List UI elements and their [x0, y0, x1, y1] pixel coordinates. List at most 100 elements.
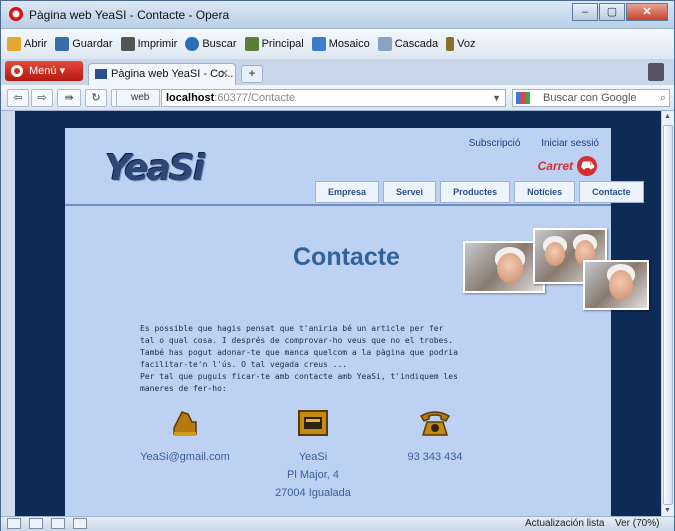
browser-window: Pàgina web YeaSI - Contacte - Opera – ▢ … [0, 0, 675, 531]
toolbar-home-button[interactable]: Principal [244, 37, 304, 51]
maximize-button[interactable]: ▢ [599, 3, 625, 21]
toolbar-open-button[interactable]: Abrir [7, 37, 47, 51]
title-bar: Pàgina web YeaSI - Contacte - Opera – ▢ … [1, 1, 674, 29]
scroll-down-icon[interactable]: ▼ [664, 507, 671, 514]
main-toolbar: Abrir Guardar Imprimir Buscar Principal … [1, 29, 674, 59]
cascade-icon [377, 37, 392, 51]
web-page: YeaSi Subscripció Iniciar sessió Carret … [65, 128, 649, 516]
toolbar-search-button[interactable]: Buscar [185, 37, 237, 51]
photo-3 [583, 260, 649, 310]
toolbar-label: Guardar [72, 38, 113, 50]
nav-servei[interactable]: Servei [383, 181, 437, 203]
site-nav: Empresa Servei Productes Notícies Contac… [315, 181, 648, 203]
reload-button[interactable]: ↻ [85, 89, 107, 107]
speed-dial-icon[interactable] [73, 518, 87, 529]
scroll-thumb[interactable] [663, 125, 673, 505]
nav-contacte[interactable]: Contacte [579, 181, 644, 203]
new-tab-button[interactable]: + [241, 65, 263, 83]
toolbar-save-button[interactable]: Guardar [55, 37, 113, 51]
toolbar-voice-button[interactable]: Voz [446, 37, 476, 51]
address-field[interactable]: web localhost:60377/Contacte ▼ [116, 89, 506, 107]
top-links: Subscripció Iniciar sessió [451, 138, 599, 149]
minimize-button[interactable]: – [572, 3, 598, 21]
panel-toggle-icon[interactable] [7, 518, 21, 529]
opera-menu-button[interactable]: Menú ▾ [5, 61, 83, 81]
search-placeholder: Buscar con Google [543, 92, 637, 104]
zoom-control[interactable]: Ver (70%) [615, 518, 659, 529]
address-host: localhost [166, 92, 215, 104]
unite-icon[interactable] [51, 518, 65, 529]
update-status[interactable]: Actualización lista [525, 518, 604, 529]
microphone-icon [446, 37, 455, 51]
navigation-bar: ⇦ ⇨ ⇛ ↻ ⌂ web localhost:60377/Contacte ▼… [1, 85, 674, 111]
phone-number[interactable]: 93 343 434 [385, 448, 485, 466]
back-button[interactable]: ⇦ [7, 89, 29, 107]
contact-email: YeaSi@gmail.com [135, 408, 235, 466]
cart-icon: ⛟ [577, 156, 597, 176]
toolbar-tile-button[interactable]: Mosaico [311, 37, 370, 51]
toolbar-label: Mosaico [328, 38, 370, 50]
toolbar-cascade-button[interactable]: Cascada [377, 37, 439, 51]
folder-icon [7, 37, 21, 51]
telephone-icon [418, 408, 452, 438]
contact-phone: 93 343 434 [385, 408, 485, 466]
paragraph: Per tal que puguis ficar-te amb contacte… [140, 372, 458, 393]
search-input[interactable]: Buscar con Google ⌕ [512, 89, 670, 107]
subscription-link[interactable]: Subscripció [469, 138, 521, 149]
postal-city: 27004 Igualada [275, 487, 351, 499]
email-icon [168, 408, 202, 438]
address-dropdown-icon[interactable]: ▼ [492, 90, 501, 106]
cart-link[interactable]: Carret ⛟ [538, 156, 597, 176]
site-logo[interactable]: YeaSi [105, 148, 205, 189]
menu-label: Menú [29, 65, 57, 77]
tab-active[interactable]: Pàgina web YeaSI - Co... ✕ [88, 63, 236, 85]
page-title: Contacte [293, 243, 400, 271]
fast-forward-button[interactable]: ⇛ [57, 89, 81, 107]
header-divider [65, 204, 611, 206]
mailbox-icon [296, 408, 330, 438]
printer-icon [120, 37, 135, 51]
toolbar-label: Voz [457, 38, 476, 50]
nav-noticies[interactable]: Notícies [514, 181, 576, 203]
toolbar-label: Cascada [394, 38, 439, 50]
web-badge[interactable]: web [116, 89, 160, 107]
login-link[interactable]: Iniciar sessió [541, 138, 599, 149]
close-button[interactable]: ✕ [626, 3, 668, 21]
toolbar-label: Imprimir [137, 38, 178, 50]
nav-productes[interactable]: Productes [440, 181, 511, 203]
turbo-icon[interactable] [29, 518, 43, 529]
toolbar-label: Buscar [202, 38, 237, 50]
google-icon[interactable] [516, 92, 530, 104]
paragraph: També has pogut adonar-te que manca quel… [140, 348, 458, 369]
trash-icon[interactable] [648, 63, 664, 81]
tab-label: Pàgina web YeaSI - Co... [111, 68, 234, 80]
contact-address: YeaSi Pl Major, 4 27004 Igualada [263, 408, 363, 502]
save-icon [55, 37, 70, 51]
tab-close-icon[interactable]: ✕ [220, 64, 229, 84]
toolbar-print-button[interactable]: Imprimir [120, 37, 178, 51]
vertical-scrollbar[interactable]: ▲ ▼ [661, 111, 674, 516]
company-name: YeaSi [298, 451, 328, 463]
tile-icon [311, 37, 326, 51]
home-icon [244, 37, 259, 51]
opera-menu-icon [11, 65, 23, 77]
opera-logo-icon [9, 7, 23, 21]
page-viewport: YeaSi Subscripció Iniciar sessió Carret … [15, 111, 661, 516]
paragraph: Es possible que hagis pensat que t'aniri… [140, 324, 454, 345]
favicon-icon [95, 69, 107, 79]
toolbar-label: Abrir [24, 38, 48, 50]
toolbar-label: Principal [261, 38, 304, 50]
nav-empresa[interactable]: Empresa [315, 181, 380, 203]
cart-label: Carret [537, 159, 573, 173]
window-title: Pàgina web YeaSI - Contacte - Opera [29, 8, 230, 22]
address-path: :60377/Contacte [214, 92, 296, 104]
scroll-up-icon[interactable]: ▲ [664, 113, 671, 120]
email-address[interactable]: YeaSi@gmail.com [135, 448, 235, 466]
tab-bar: Menú ▾ Pàgina web YeaSI - Co... ✕ + [1, 59, 674, 85]
contact-intro: Es possible que hagis pensat que t'aniri… [140, 323, 460, 395]
street-address: Pl Major, 4 [287, 469, 339, 481]
forward-button[interactable]: ⇨ [31, 89, 53, 107]
magnifier-icon[interactable]: ⌕ [660, 90, 666, 106]
status-bar: Actualización lista Ver (70%) [1, 516, 674, 531]
search-icon [185, 37, 200, 51]
